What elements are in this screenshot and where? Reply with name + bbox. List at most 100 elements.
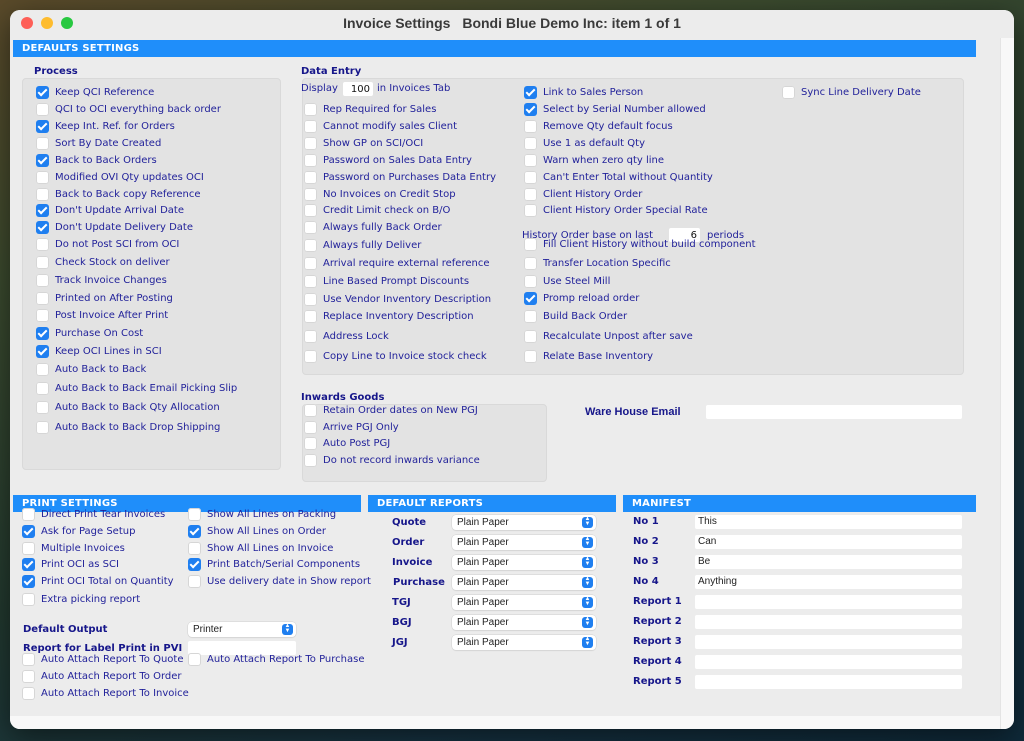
process-checkbox-row[interactable]: Auto Back to Back Qty Allocation	[36, 399, 220, 415]
auto-attach-checkbox-row[interactable]: Auto Attach Report To Purchase	[188, 651, 365, 667]
checkbox-checked[interactable]	[188, 557, 201, 571]
data-entry-checkbox-row[interactable]: Can't Enter Total without Quantity	[524, 169, 713, 185]
checkbox-unchecked[interactable]	[304, 256, 317, 270]
inwards-goods-checkbox-row[interactable]: Do not record inwards variance	[304, 452, 480, 468]
checkbox-unchecked[interactable]	[22, 686, 35, 700]
process-checkbox-row[interactable]: Auto Back to Back Drop Shipping	[36, 419, 220, 435]
data-entry-checkbox-row[interactable]: Password on Purchases Data Entry	[304, 169, 496, 185]
default-output-select[interactable]: Printer ▲ ▼	[188, 622, 296, 637]
process-checkbox-row[interactable]: Check Stock on deliver	[36, 254, 170, 270]
checkbox-unchecked[interactable]	[36, 187, 49, 201]
checkbox-checked[interactable]	[22, 574, 35, 588]
data-entry-checkbox-row[interactable]: Relate Base Inventory	[524, 348, 653, 364]
checkbox-unchecked[interactable]	[524, 153, 537, 167]
manifest-field-input[interactable]: Can	[695, 535, 962, 549]
process-checkbox-row[interactable]: Auto Back to Back Email Picking Slip	[36, 380, 237, 396]
data-entry-checkbox-row[interactable]: Build Back Order	[524, 308, 627, 324]
checkbox-unchecked[interactable]	[524, 119, 537, 133]
checkbox-unchecked[interactable]	[524, 309, 537, 323]
data-entry-checkbox-row[interactable]: Link to Sales Person	[524, 84, 643, 100]
data-entry-checkbox-row[interactable]: Select by Serial Number allowed	[524, 101, 706, 117]
checkbox-checked[interactable]	[36, 203, 49, 217]
data-entry-checkbox-row[interactable]: Remove Qty default focus	[524, 118, 673, 134]
manifest-field-input[interactable]: Be	[695, 555, 962, 569]
data-entry-checkbox-row[interactable]: Warn when zero qty line	[524, 152, 664, 168]
manifest-field-input[interactable]: Anything	[695, 575, 962, 589]
data-entry-checkbox-row[interactable]: Replace Inventory Description	[304, 308, 474, 324]
checkbox-unchecked[interactable]	[524, 329, 537, 343]
inwards-goods-checkbox-row[interactable]: Retain Order dates on New PGJ	[304, 402, 478, 418]
data-entry-checkbox-row[interactable]: Always fully Deliver	[304, 237, 421, 253]
print-settings-checkbox-row[interactable]: Direct Print Tear Invoices	[22, 506, 165, 522]
checkbox-unchecked[interactable]	[782, 85, 795, 99]
checkbox-unchecked[interactable]	[304, 403, 317, 417]
checkbox-unchecked[interactable]	[36, 237, 49, 251]
checkbox-unchecked[interactable]	[22, 541, 35, 555]
data-entry-checkbox-row[interactable]: Line Based Prompt Discounts	[304, 273, 469, 289]
checkbox-unchecked[interactable]	[188, 507, 201, 521]
data-entry-checkbox-row[interactable]: Cannot modify sales Client	[304, 118, 457, 134]
checkbox-unchecked[interactable]	[304, 274, 317, 288]
print-settings-checkbox-row[interactable]: Multiple Invoices	[22, 540, 125, 556]
checkbox-unchecked[interactable]	[304, 420, 317, 434]
process-checkbox-row[interactable]: Sort By Date Created	[36, 135, 161, 151]
checkbox-checked[interactable]	[36, 344, 49, 358]
auto-attach-checkbox-row[interactable]: Auto Attach Report To Order	[22, 668, 182, 684]
checkbox-unchecked[interactable]	[524, 170, 537, 184]
process-checkbox-row[interactable]: Purchase On Cost	[36, 325, 143, 341]
checkbox-unchecked[interactable]	[36, 420, 49, 434]
print-settings-checkbox-row[interactable]: Extra picking report	[22, 591, 140, 607]
checkbox-unchecked[interactable]	[304, 453, 317, 467]
checkbox-unchecked[interactable]	[304, 220, 317, 234]
manifest-field-input[interactable]	[695, 635, 962, 649]
data-entry-checkbox-row[interactable]: Use Steel Mill	[524, 273, 610, 289]
process-checkbox-row[interactable]: Keep Int. Ref. for Orders	[36, 118, 175, 134]
checkbox-checked[interactable]	[36, 85, 49, 99]
print-settings-checkbox-row[interactable]: Show All Lines on Packing	[188, 506, 336, 522]
data-entry-checkbox-row[interactable]: Rep Required for Sales	[304, 101, 436, 117]
checkbox-checked[interactable]	[36, 220, 49, 234]
checkbox-checked[interactable]	[524, 85, 537, 99]
checkbox-checked[interactable]	[36, 119, 49, 133]
checkbox-unchecked[interactable]	[188, 652, 201, 666]
checkbox-unchecked[interactable]	[524, 349, 537, 363]
display-count-input[interactable]	[343, 82, 373, 96]
report-select[interactable]: Plain Paper ▲ ▼	[452, 615, 596, 630]
checkbox-unchecked[interactable]	[22, 507, 35, 521]
data-entry-checkbox-row[interactable]: Use 1 as default Qty	[524, 135, 645, 151]
checkbox-unchecked[interactable]	[304, 170, 317, 184]
checkbox-checked[interactable]	[22, 524, 35, 538]
checkbox-unchecked[interactable]	[36, 400, 49, 414]
process-checkbox-row[interactable]: Keep OCI Lines in SCI	[36, 343, 162, 359]
process-checkbox-row[interactable]: Back to Back Orders	[36, 152, 157, 168]
checkbox-unchecked[interactable]	[36, 308, 49, 322]
data-entry-checkbox-row[interactable]: Credit Limit check on B/O	[304, 202, 450, 218]
checkbox-unchecked[interactable]	[304, 436, 317, 450]
manifest-field-input[interactable]: This	[695, 515, 962, 529]
checkbox-unchecked[interactable]	[36, 170, 49, 184]
report-select[interactable]: Plain Paper ▲ ▼	[452, 515, 596, 530]
checkbox-unchecked[interactable]	[524, 237, 537, 251]
print-settings-checkbox-row[interactable]: Print Batch/Serial Components	[188, 556, 360, 572]
report-select[interactable]: Plain Paper ▲ ▼	[452, 595, 596, 610]
checkbox-unchecked[interactable]	[36, 273, 49, 287]
checkbox-unchecked[interactable]	[36, 102, 49, 116]
checkbox-checked[interactable]	[36, 153, 49, 167]
checkbox-unchecked[interactable]	[22, 669, 35, 683]
data-entry-checkbox-row[interactable]: Show GP on SCI/OCI	[304, 135, 423, 151]
checkbox-unchecked[interactable]	[22, 592, 35, 606]
process-checkbox-row[interactable]: Don't Update Arrival Date	[36, 202, 184, 218]
auto-attach-checkbox-row[interactable]: Auto Attach Report To Invoice	[22, 685, 189, 701]
checkbox-unchecked[interactable]	[524, 136, 537, 150]
checkbox-unchecked[interactable]	[304, 102, 317, 116]
checkbox-unchecked[interactable]	[22, 652, 35, 666]
checkbox-unchecked[interactable]	[36, 255, 49, 269]
checkbox-unchecked[interactable]	[524, 274, 537, 288]
process-checkbox-row[interactable]: Auto Back to Back	[36, 361, 146, 377]
checkbox-checked[interactable]	[524, 102, 537, 116]
data-entry-checkbox-row[interactable]: Recalculate Unpost after save	[524, 328, 693, 344]
print-settings-checkbox-row[interactable]: Show All Lines on Order	[188, 523, 326, 539]
data-entry-checkbox-row[interactable]: Copy Line to Invoice stock check	[304, 348, 487, 364]
data-entry-checkbox-row[interactable]: No Invoices on Credit Stop	[304, 186, 456, 202]
report-select[interactable]: Plain Paper ▲ ▼	[452, 575, 596, 590]
